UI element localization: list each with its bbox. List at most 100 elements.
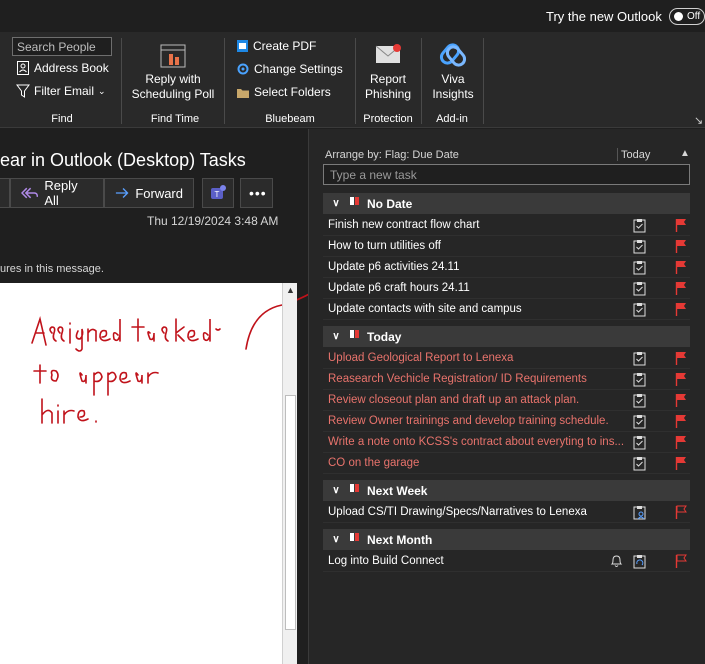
task-group-header[interactable]: ∨ No Date	[323, 193, 690, 214]
flag-icon[interactable]	[675, 218, 687, 235]
task-row[interactable]: CO on the garage	[323, 453, 690, 474]
message-notice: ures in this message.	[0, 263, 104, 275]
viva-insights-button[interactable]: Viva Insights	[428, 40, 478, 102]
viva-label-2: Insights	[432, 87, 474, 101]
flag-icon[interactable]	[675, 456, 687, 473]
task-row[interactable]: How to turn utilities off	[323, 236, 690, 257]
flag-icon[interactable]	[675, 414, 687, 431]
group-flag-icon	[349, 483, 367, 498]
scroll-up-arrow-icon[interactable]: ▲	[283, 283, 298, 298]
svg-text:T: T	[215, 190, 220, 199]
flag-icon[interactable]	[675, 393, 687, 410]
report-label-2: Phishing	[364, 87, 412, 101]
viva-label-1: Viva	[441, 72, 465, 86]
task-subject[interactable]: Review closeout plan and draft up an att…	[328, 394, 628, 406]
reply-button-edge[interactable]	[0, 178, 10, 208]
task-row[interactable]: Upload Geological Report to Lenexa	[323, 348, 690, 369]
assigned-task-icon	[633, 505, 646, 523]
task-row[interactable]: Review Owner trainings and develop train…	[323, 411, 690, 432]
collapse-ribbon-icon[interactable]: ↘	[694, 114, 703, 127]
new-task-input[interactable]: Type a new task	[323, 164, 690, 185]
flag-icon[interactable]	[675, 260, 687, 277]
reply-all-icon	[21, 187, 39, 199]
task-row[interactable]: Update p6 activities 24.11	[323, 257, 690, 278]
task-icon	[633, 393, 646, 411]
chevron-down-icon[interactable]: ∨	[323, 485, 349, 496]
toggle-state-label: Off	[687, 11, 701, 22]
group-flag-icon	[349, 329, 367, 344]
chevron-down-icon[interactable]: ∨	[323, 534, 349, 545]
task-subject[interactable]: Reasearch Vechicle Registration/ ID Requ…	[328, 373, 628, 385]
handwritten-annotation	[31, 284, 326, 424]
today-column-header[interactable]: Today	[621, 149, 650, 161]
message-date: Thu 12/19/2024 3:48 AM	[147, 214, 279, 228]
task-icon	[633, 372, 646, 390]
report-phishing-button[interactable]: Report Phishing	[362, 40, 414, 102]
change-settings-button[interactable]: Change Settings	[236, 62, 343, 76]
task-subject[interactable]: Review Owner trainings and develop train…	[328, 415, 628, 427]
change-settings-label: Change Settings	[254, 62, 343, 76]
task-row[interactable]: Reasearch Vechicle Registration/ ID Requ…	[323, 369, 690, 390]
ribbon-divider	[224, 38, 225, 124]
task-subject[interactable]: CO on the garage	[328, 457, 628, 469]
forward-button[interactable]: Forward	[104, 178, 194, 208]
flag-icon[interactable]	[675, 351, 687, 368]
task-icon	[633, 281, 646, 299]
address-book-button[interactable]: Address Book	[16, 61, 109, 75]
chevron-down-icon: ⌄	[98, 85, 106, 96]
search-people-input[interactable]: Search People	[12, 37, 112, 56]
task-subject[interactable]: How to turn utilities off	[328, 240, 628, 252]
more-options-button[interactable]: •••	[240, 178, 273, 208]
task-subject[interactable]: Update p6 activities 24.11	[328, 261, 628, 273]
flag-icon[interactable]	[675, 239, 687, 256]
task-row[interactable]: Review closeout plan and draft up an att…	[323, 390, 690, 411]
message-vertical-scrollbar[interactable]: ▲	[282, 283, 297, 664]
new-outlook-toggle[interactable]: Off	[669, 8, 705, 25]
reply-all-label: Reply All	[44, 178, 78, 208]
task-row[interactable]: Update p6 craft hours 24.11	[323, 278, 690, 299]
task-row[interactable]: Update contacts with site and campus	[323, 299, 690, 320]
task-subject[interactable]: Finish new contract flow chart	[328, 219, 628, 231]
flag-icon[interactable]	[675, 554, 687, 571]
create-pdf-label: Create PDF	[253, 39, 317, 53]
task-row[interactable]: Finish new contract flow chart	[323, 215, 690, 236]
flag-icon[interactable]	[675, 435, 687, 452]
flag-icon[interactable]	[675, 372, 687, 389]
group-flag-icon	[349, 196, 367, 211]
toggle-knob	[674, 12, 683, 21]
scrollbar-thumb[interactable]	[285, 395, 296, 630]
protection-group-label: Protection	[363, 113, 413, 125]
task-group-header[interactable]: ∨ Next Month	[323, 529, 690, 550]
reply-all-button[interactable]: Reply All	[10, 178, 104, 208]
forward-arrow-icon	[115, 188, 129, 198]
reply-scheduling-poll-button[interactable]: Reply with Scheduling Poll	[128, 40, 218, 102]
ribbon-divider	[121, 38, 122, 124]
chevron-down-icon[interactable]: ∨	[323, 331, 349, 342]
arrange-by-label[interactable]: Arrange by: Flag: Due Date	[325, 149, 459, 161]
task-row[interactable]: Log into Build Connect	[323, 551, 690, 572]
task-row[interactable]: Upload CS/TI Drawing/Specs/Narratives to…	[323, 502, 690, 523]
filter-email-button[interactable]: Filter Email ⌄	[16, 84, 106, 98]
task-group-header[interactable]: ∨ Today	[323, 326, 690, 347]
task-subject[interactable]: Update contacts with site and campus	[328, 303, 628, 315]
select-folders-button[interactable]: Select Folders	[236, 85, 331, 99]
sort-ascending-icon[interactable]: ▲	[680, 148, 690, 159]
flag-icon[interactable]	[675, 505, 687, 522]
address-book-icon	[17, 61, 29, 75]
teams-button[interactable]: T	[202, 178, 234, 208]
task-subject[interactable]: Upload CS/TI Drawing/Specs/Narratives to…	[328, 506, 628, 518]
task-icon	[633, 260, 646, 278]
task-group-header[interactable]: ∨ Next Week	[323, 480, 690, 501]
chevron-down-icon[interactable]: ∨	[323, 198, 349, 209]
task-row[interactable]: Write a note onto KCSS's contract about …	[323, 432, 690, 453]
create-pdf-button[interactable]: Create PDF	[236, 39, 316, 53]
task-subject[interactable]: Log into Build Connect	[328, 555, 628, 567]
task-subject[interactable]: Write a note onto KCSS's contract about …	[328, 436, 628, 448]
flag-icon[interactable]	[675, 281, 687, 298]
task-subject[interactable]: Update p6 craft hours 24.11	[328, 282, 628, 294]
flag-icon[interactable]	[675, 302, 687, 319]
find-group-label: Find	[51, 113, 73, 125]
task-subject[interactable]: Upload Geological Report to Lenexa	[328, 352, 628, 364]
scheduling-poll-icon	[160, 44, 186, 68]
filter-email-label: Filter Email	[34, 84, 95, 98]
